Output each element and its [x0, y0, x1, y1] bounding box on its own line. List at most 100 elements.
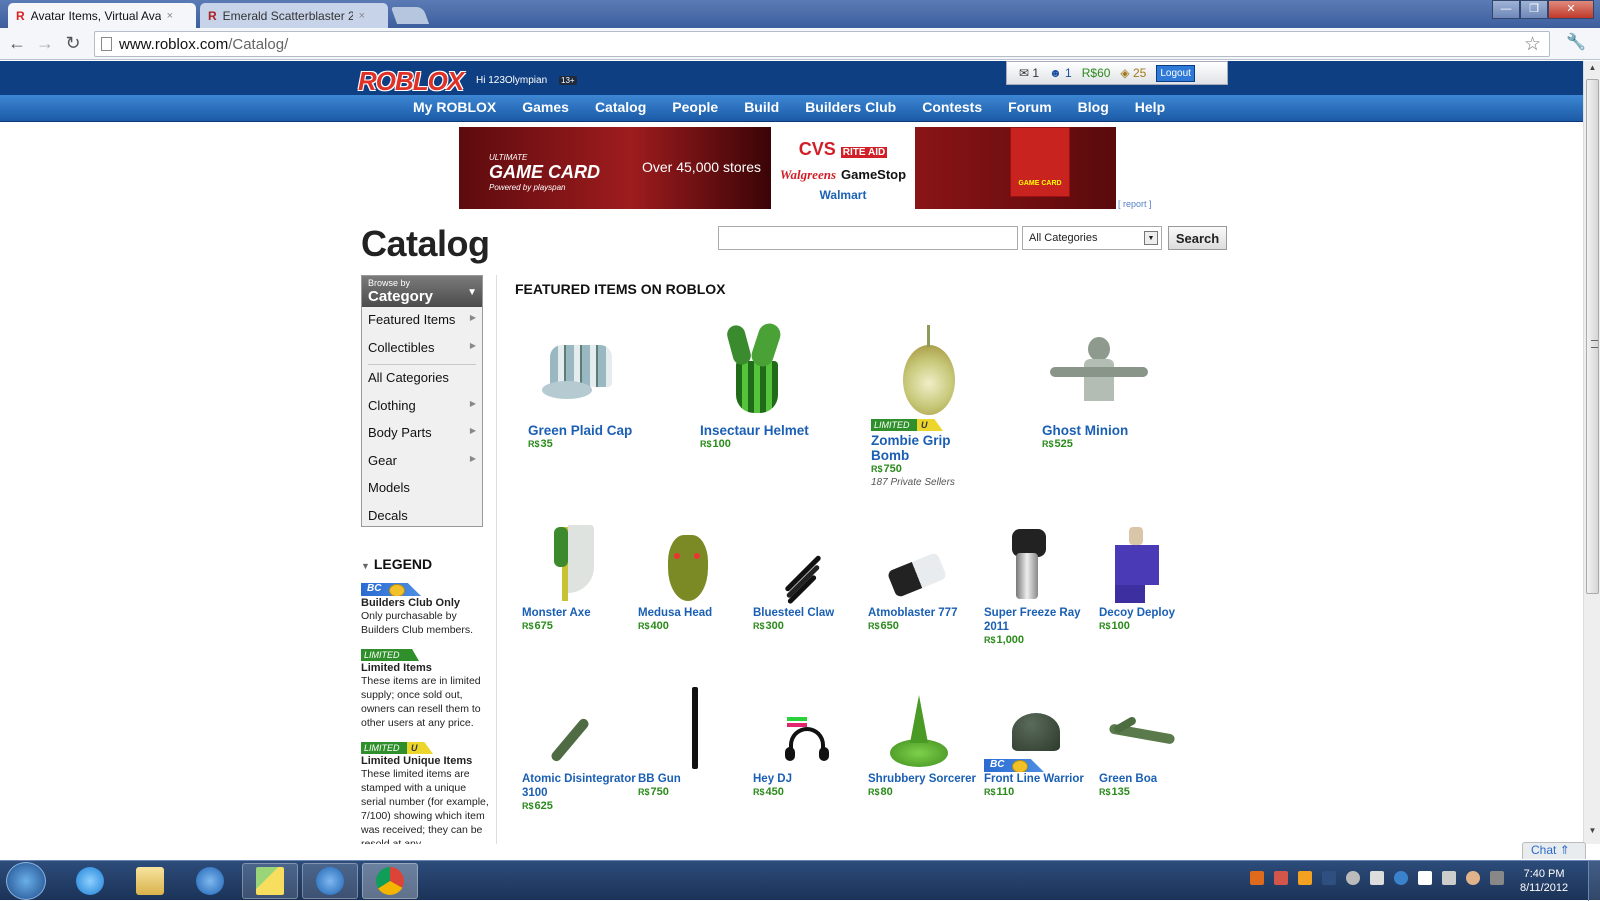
- logout-button[interactable]: Logout: [1156, 64, 1195, 82]
- messages-count[interactable]: ✉ 1: [1019, 66, 1039, 80]
- item-thumbnail[interactable]: [638, 687, 738, 772]
- taskbar-openoffice[interactable]: [182, 863, 238, 899]
- clock[interactable]: 7:40 PM 8/11/2012: [1520, 867, 1568, 895]
- sidebar-item-gear[interactable]: Gear ▶: [362, 448, 482, 476]
- flag-icon[interactable]: [1418, 871, 1432, 885]
- ad-report-link[interactable]: [ report ]: [1118, 199, 1152, 209]
- chat-tab[interactable]: Chat ⇑: [1522, 842, 1586, 859]
- nav-build[interactable]: Build: [731, 99, 792, 115]
- display-icon[interactable]: [1322, 871, 1336, 885]
- item-thumbnail[interactable]: [522, 521, 622, 606]
- catalog-item-bluesteel-claw[interactable]: Bluesteel Claw R$300: [753, 521, 873, 632]
- network-icon[interactable]: [1442, 871, 1456, 885]
- catalog-item-bb-gun[interactable]: BB Gun R$750: [638, 687, 758, 798]
- catalog-search-input[interactable]: [718, 226, 1018, 250]
- friend-requests-count[interactable]: ☻ 1: [1049, 66, 1072, 80]
- usb-safely-remove-icon[interactable]: [1490, 871, 1504, 885]
- sidebar-item-body-parts[interactable]: Body Parts ▶: [362, 420, 482, 448]
- nav-people[interactable]: People: [659, 99, 731, 115]
- item-thumbnail[interactable]: [1099, 687, 1199, 772]
- sidebar-item-clothing[interactable]: Clothing ▶: [362, 393, 482, 421]
- item-thumbnail[interactable]: [528, 323, 628, 423]
- sidebar-item-collectibles[interactable]: Collectibles ▶: [362, 335, 482, 363]
- taskbar-sticky-notes[interactable]: [242, 863, 298, 899]
- openoffice-quickstart-icon[interactable]: [1394, 871, 1408, 885]
- minimize-button[interactable]: —: [1492, 0, 1520, 19]
- taskbar-internet-explorer[interactable]: [62, 863, 118, 899]
- item-thumbnail[interactable]: [700, 320, 800, 423]
- item-thumbnail[interactable]: [1099, 521, 1199, 606]
- browse-by-category-header[interactable]: Browse by Category ▼: [362, 276, 482, 307]
- muted-speaker-icon[interactable]: [1370, 871, 1384, 885]
- item-thumbnail[interactable]: [871, 323, 971, 423]
- category-select[interactable]: All Categories ▼: [1022, 226, 1162, 250]
- taskbar-openoffice-2[interactable]: [302, 863, 358, 899]
- action-center-icon[interactable]: [1298, 871, 1312, 885]
- wrench-menu-icon[interactable]: 🔧: [1566, 32, 1586, 52]
- new-tab-button[interactable]: [390, 7, 430, 24]
- back-icon[interactable]: ←: [6, 33, 28, 54]
- tab-emerald-scatterblaster[interactable]: R Emerald Scatterblaster 2000 ×: [200, 3, 388, 28]
- volume-icon[interactable]: [1274, 871, 1288, 885]
- scroll-up-icon[interactable]: ▲: [1584, 63, 1600, 79]
- nav-games[interactable]: Games: [509, 99, 582, 115]
- java-update-icon[interactable]: [1250, 871, 1264, 885]
- taskbar-google-chrome[interactable]: [362, 863, 418, 899]
- roblox-logo[interactable]: ROBLOX: [358, 66, 464, 97]
- taskbar-windows-explorer[interactable]: [122, 863, 178, 899]
- start-button[interactable]: [6, 862, 46, 900]
- catalog-item-monster-axe[interactable]: Monster Axe R$675: [522, 521, 642, 632]
- webcam-icon[interactable]: [1346, 871, 1360, 885]
- page-scrollbar[interactable]: ▲ ▼: [1583, 61, 1600, 844]
- item-thumbnail[interactable]: [522, 687, 622, 772]
- item-thumbnail[interactable]: [753, 687, 853, 772]
- address-bar[interactable]: www.roblox.com/Catalog/ ☆: [94, 31, 1550, 57]
- scroll-down-icon[interactable]: ▼: [1584, 826, 1600, 842]
- show-desktop-button[interactable]: [1588, 861, 1600, 901]
- nav-my-roblox[interactable]: My ROBLOX: [400, 99, 509, 115]
- item-thumbnail[interactable]: [753, 521, 853, 606]
- nav-help[interactable]: Help: [1122, 99, 1178, 115]
- nav-blog[interactable]: Blog: [1065, 99, 1122, 115]
- catalog-item-zombie-grip-bomb[interactable]: LIMITED U Zombie Grip Bomb R$750 187 Priv…: [871, 323, 991, 488]
- nav-catalog[interactable]: Catalog: [582, 99, 659, 115]
- item-thumbnail[interactable]: [638, 521, 738, 606]
- restore-button[interactable]: ❐: [1520, 0, 1548, 19]
- catalog-item-front-line-warrior[interactable]: BC Front Line Warrior R$110: [984, 687, 1104, 798]
- close-tab-icon[interactable]: ×: [359, 10, 365, 22]
- reload-icon[interactable]: ↻: [62, 33, 84, 54]
- tickets-balance[interactable]: ◈ 25: [1120, 66, 1146, 80]
- close-window-button[interactable]: ✕: [1548, 0, 1594, 19]
- catalog-item-atomic-disintegrator-3100[interactable]: Atomic Disintegrator 3100 R$625: [522, 687, 642, 812]
- catalog-item-medusa-head[interactable]: Medusa Head R$400: [638, 521, 758, 632]
- user-greeting[interactable]: Hi 123Olympian: [476, 75, 547, 86]
- sidebar-item-models[interactable]: Models: [362, 475, 482, 503]
- tab-avatar-items[interactable]: R Avatar Items, Virtual Avatar ×: [8, 3, 196, 28]
- close-tab-icon[interactable]: ×: [167, 10, 173, 22]
- item-thumbnail[interactable]: [984, 521, 1084, 606]
- catalog-item-atmoblaster-777[interactable]: Atmoblaster 777 R$650: [868, 521, 988, 632]
- nav-forum[interactable]: Forum: [995, 99, 1065, 115]
- catalog-item-super-freeze-ray-2011[interactable]: Super Freeze Ray 2011 R$1,000: [984, 521, 1104, 646]
- nav-builders-club[interactable]: Builders Club: [792, 99, 909, 115]
- catalog-item-green-plaid-cap[interactable]: Green Plaid Cap R$35: [528, 323, 648, 450]
- sidebar-item-all-categories[interactable]: All Categories: [362, 365, 482, 393]
- search-button[interactable]: Search: [1168, 226, 1227, 250]
- robux-balance[interactable]: R$60: [1082, 66, 1111, 80]
- catalog-item-green-boa[interactable]: Green Boa R$135: [1099, 687, 1219, 798]
- forward-icon[interactable]: →: [34, 33, 56, 54]
- nav-contests[interactable]: Contests: [909, 99, 995, 115]
- scrollbar-thumb[interactable]: [1586, 79, 1599, 594]
- bookmark-star-icon[interactable]: ☆: [1524, 33, 1541, 56]
- catalog-item-insectaur-helmet[interactable]: Insectaur Helmet R$100: [700, 320, 820, 450]
- hand-icon[interactable]: [1466, 871, 1480, 885]
- catalog-item-hey-dj[interactable]: Hey DJ R$450: [753, 687, 873, 798]
- sidebar-item-decals[interactable]: Decals: [362, 503, 482, 531]
- catalog-item-ghost-minion[interactable]: Ghost Minion R$525: [1042, 323, 1162, 450]
- catalog-item-shrubbery-sorcerer[interactable]: Shrubbery Sorcerer R$80: [868, 687, 988, 798]
- item-thumbnail[interactable]: BC: [984, 687, 1084, 772]
- legend-title[interactable]: ▼ LEGEND: [361, 556, 491, 572]
- catalog-item-decoy-deploy[interactable]: Decoy Deploy R$100: [1099, 521, 1219, 632]
- sidebar-item-featured-items[interactable]: Featured Items ▶: [362, 307, 482, 335]
- item-thumbnail[interactable]: [868, 521, 968, 606]
